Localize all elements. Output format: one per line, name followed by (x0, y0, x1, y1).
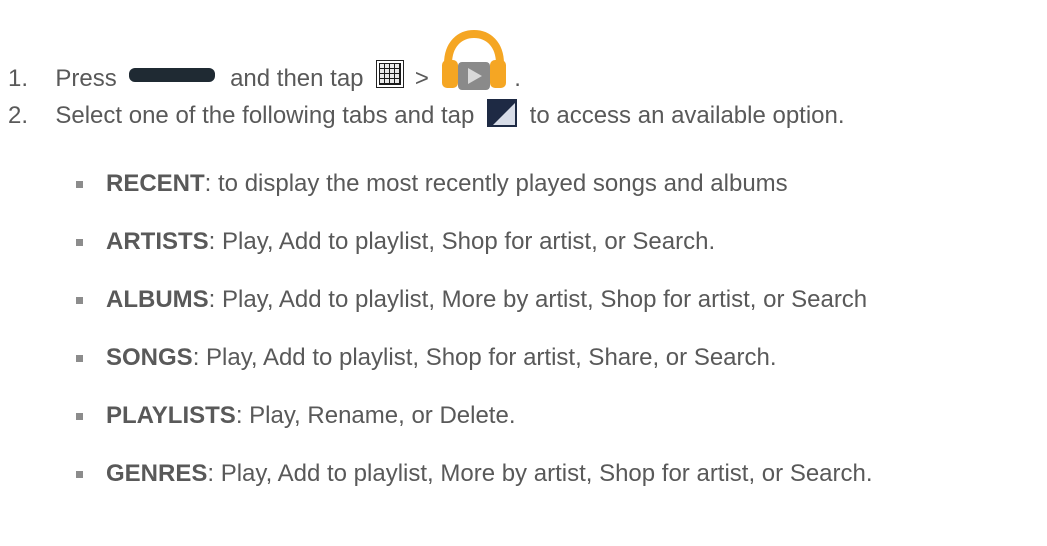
bullet-marker (76, 355, 83, 362)
tab-name: ARTISTS (106, 228, 209, 255)
list-item: PLAYLISTS: Play, Rename, or Delete. (106, 402, 516, 430)
step-text: and then tap (230, 65, 364, 92)
step-text: . (514, 65, 521, 92)
step-text: Select one of the following tabs and tap (55, 102, 475, 129)
apps-grid-icon (376, 60, 405, 88)
tab-name: RECENT (106, 170, 205, 197)
list-item: ARTISTS: Play, Add to playlist, Shop for… (106, 228, 715, 256)
step-number: 2. (8, 102, 29, 129)
step-text: Press (55, 65, 117, 92)
bullet-marker (76, 413, 83, 420)
bullet-marker (76, 239, 83, 246)
step-text: > (414, 65, 429, 92)
step-1: 1. Press and then tap > . (8, 30, 521, 93)
tab-name: ALBUMS (106, 286, 209, 313)
tab-name: PLAYLISTS (106, 402, 236, 429)
bullet-marker (76, 297, 83, 304)
menu-icon (487, 99, 517, 127)
home-key-icon (129, 68, 216, 82)
list-item: SONGS: Play, Add to playlist, Shop for a… (106, 344, 777, 372)
bullet-marker (76, 181, 83, 188)
tab-description: : Play, Rename, or Delete. (235, 402, 516, 429)
tab-description: : Play, Add to playlist, Shop for artist… (208, 228, 716, 255)
list-item: ALBUMS: Play, Add to playlist, More by a… (106, 286, 867, 314)
play-music-headphones-icon (441, 30, 506, 90)
list-item: RECENT: to display the most recently pla… (106, 170, 788, 198)
step-text: to access an available option. (529, 102, 845, 129)
tab-description: : Play, Add to playlist, Shop for artist… (192, 344, 777, 371)
tab-name: GENRES (106, 460, 208, 487)
tab-description: : Play, Add to playlist, More by artist,… (208, 286, 868, 313)
bullet-marker (76, 471, 83, 478)
step-number: 1. (8, 65, 29, 92)
tab-name: SONGS (106, 344, 193, 371)
tab-description: : to display the most recently played so… (204, 170, 788, 197)
step-2: 2. Select one of the following tabs and … (8, 99, 845, 130)
list-item: GENRES: Play, Add to playlist, More by a… (106, 460, 873, 488)
tab-description: : Play, Add to playlist, More by artist,… (207, 460, 873, 487)
